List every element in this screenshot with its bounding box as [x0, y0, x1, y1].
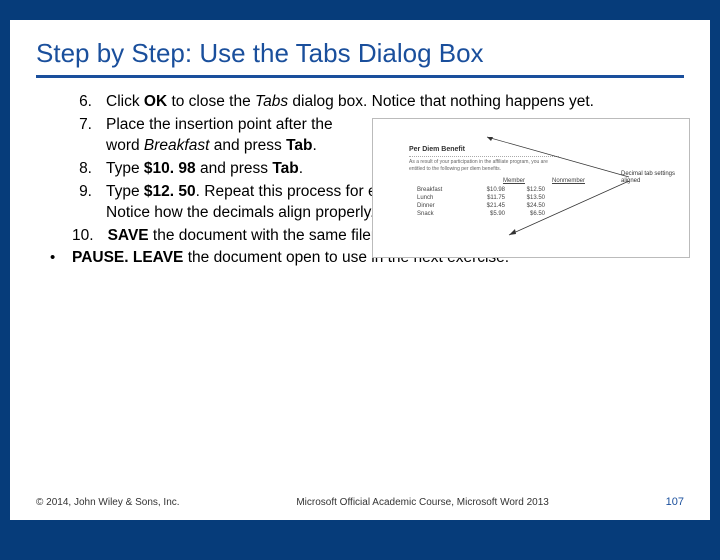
slide: Step by Step: Use the Tabs Dialog Box 6.…: [10, 20, 710, 520]
step-text: Type $10. 98 and press Tab.: [106, 159, 336, 180]
figure-title: Per Diem Benefit: [409, 145, 683, 154]
step-number: 6.: [72, 92, 106, 113]
course-name: Microsoft Official Academic Course, Micr…: [296, 497, 549, 508]
figure-callout: Decimal tab settings aligned: [621, 171, 679, 184]
step-text: Click OK to close the Tabs dialog box. N…: [106, 92, 684, 113]
table-row: Snack$5.90$6.50: [417, 210, 683, 218]
step-number: 10.: [72, 226, 108, 247]
col-nonmember: Nonmember: [545, 177, 585, 185]
footer: © 2014, John Wiley & Sons, Inc. Microsof…: [36, 496, 684, 508]
step-number: 9.: [72, 182, 106, 224]
step-item: 6.Click OK to close the Tabs dialog box.…: [72, 92, 684, 113]
step-number: 7.: [72, 115, 106, 157]
bullet-icon: •: [50, 248, 72, 269]
step-number: 8.: [72, 159, 106, 180]
figure-subtext: As a result of your participation in the…: [409, 156, 559, 173]
figure: Per Diem Benefit As a result of your par…: [372, 118, 690, 258]
col-member: Member: [485, 177, 525, 185]
step-text: Place the insertion point after the word…: [106, 115, 336, 157]
table-row: Lunch$11.75$13.50: [417, 194, 683, 202]
copyright: © 2014, John Wiley & Sons, Inc.: [36, 497, 180, 508]
table-row: Breakfast$10.98$12.50: [417, 186, 683, 194]
table-row: Dinner$21.45$24.50: [417, 202, 683, 210]
slide-title: Step by Step: Use the Tabs Dialog Box: [36, 38, 684, 78]
slide-body: 6.Click OK to close the Tabs dialog box.…: [36, 92, 684, 269]
page-number: 107: [666, 496, 684, 508]
